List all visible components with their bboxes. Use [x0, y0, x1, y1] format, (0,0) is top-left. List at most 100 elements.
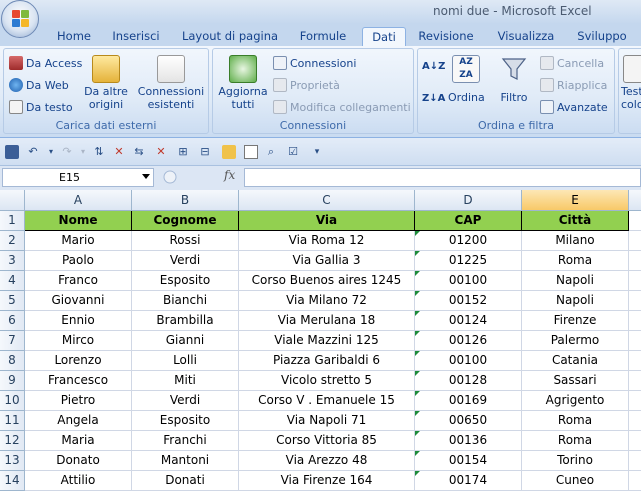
tab-sviluppo[interactable]: Sviluppo [573, 27, 631, 46]
tab-formule[interactable]: Formule [296, 27, 350, 46]
cell-nome[interactable]: Donato [25, 451, 132, 471]
cell-citta[interactable]: Sassari [522, 371, 629, 391]
cell-citta[interactable]: Roma [522, 251, 629, 271]
cell-nome[interactable]: Mirco [25, 331, 132, 351]
cell-citta[interactable]: Cuneo [522, 471, 629, 491]
checkbox-list-icon[interactable]: ☑ [286, 145, 300, 159]
column-header-c[interactable]: C [239, 190, 415, 211]
cell-citta[interactable]: Napoli [522, 271, 629, 291]
cell-cognome[interactable]: Franchi [132, 431, 239, 451]
cell-f[interactable] [629, 371, 641, 391]
cell-nome[interactable]: Angela [25, 411, 132, 431]
row-header-7[interactable]: 7 [0, 331, 25, 351]
cell-nome[interactable]: Lorenzo [25, 351, 132, 371]
cell-f[interactable] [629, 291, 641, 311]
tab-dati[interactable]: Dati [362, 27, 406, 46]
cell-nome[interactable]: Pietro [25, 391, 132, 411]
cell-f[interactable] [629, 431, 641, 451]
from-web-button[interactable]: Da Web [9, 78, 69, 92]
properties-button[interactable]: Proprietà [273, 78, 340, 92]
redo-icon[interactable]: ↷ [60, 145, 74, 159]
header-cell-citta[interactable]: Città [522, 211, 629, 231]
cell-cognome[interactable]: Brambilla [132, 311, 239, 331]
cell-cognome[interactable]: Mantoni [132, 451, 239, 471]
cell-nome[interactable]: Mario [25, 231, 132, 251]
sort-button[interactable]: AZ ZA Ordina [448, 55, 485, 104]
cell-f[interactable] [629, 211, 641, 231]
cell-nome[interactable]: Francesco [25, 371, 132, 391]
cell-via[interactable]: Via Napoli 71 [239, 411, 415, 431]
insert-rows-icon[interactable]: ⇅ [92, 145, 106, 159]
select-all-corner[interactable] [0, 190, 25, 211]
cell-citta[interactable]: Agrigento [522, 391, 629, 411]
edit-links-button[interactable]: Modifica collegamenti [273, 100, 411, 114]
row-header-5[interactable]: 5 [0, 291, 25, 311]
row-header-4[interactable]: 4 [0, 271, 25, 291]
column-header-a[interactable]: A [25, 190, 132, 211]
chevron-down-icon[interactable] [142, 174, 150, 179]
redo-dropdown-icon[interactable]: ▾ [76, 145, 90, 159]
cell-via[interactable]: Via Firenze 164 [239, 471, 415, 491]
cell-nome[interactable]: Franco [25, 271, 132, 291]
cell-cognome[interactable]: Esposito [132, 271, 239, 291]
cell-f[interactable] [629, 271, 641, 291]
column-header-b[interactable]: B [132, 190, 239, 211]
cell-nome[interactable]: Giovanni [25, 291, 132, 311]
tab-visualizza[interactable]: Visualizza [493, 27, 559, 46]
cell-nome[interactable]: Paolo [25, 251, 132, 271]
column-header-e[interactable]: E [522, 190, 629, 211]
row-header-1[interactable]: 1 [0, 211, 25, 231]
cell-cognome[interactable]: Bianchi [132, 291, 239, 311]
cell-via[interactable]: Corso Buenos aires 1245 [239, 271, 415, 291]
customize-toolbar-icon[interactable]: ▾ [310, 145, 324, 159]
from-text-button[interactable]: Da testo [9, 100, 73, 114]
from-access-button[interactable]: Da Access [9, 56, 82, 70]
tab-revisione[interactable]: Revisione [415, 27, 477, 46]
cell-via[interactable]: Via Milano 72 [239, 291, 415, 311]
cell-nome[interactable]: Attilio [25, 471, 132, 491]
cell-cognome[interactable]: Verdi [132, 391, 239, 411]
cell-cap[interactable]: 00126 [415, 331, 522, 351]
connections-button[interactable]: Connessioni [273, 56, 356, 70]
cell-cognome[interactable]: Rossi [132, 231, 239, 251]
cell-cognome[interactable]: Donati [132, 471, 239, 491]
cell-via[interactable]: Corso Vittoria 85 [239, 431, 415, 451]
row-header-12[interactable]: 12 [0, 431, 25, 451]
cell-cap[interactable]: 00100 [415, 271, 522, 291]
cell-f[interactable] [629, 231, 641, 251]
reapply-button[interactable]: Riapplica [540, 78, 607, 92]
cell-nome[interactable]: Ennio [25, 311, 132, 331]
cell-cognome[interactable]: Esposito [132, 411, 239, 431]
cell-cap[interactable]: 00124 [415, 311, 522, 331]
column-header-d[interactable]: D [415, 190, 522, 211]
undo-icon[interactable]: ↶ [26, 145, 40, 159]
row-header-6[interactable]: 6 [0, 311, 25, 331]
sort-ascending-button[interactable]: A↓Z [422, 61, 445, 72]
advanced-filter-button[interactable]: Avanzate [540, 100, 608, 114]
cell-citta[interactable]: Catania [522, 351, 629, 371]
cell-cap[interactable]: 00154 [415, 451, 522, 471]
cell-f[interactable] [629, 311, 641, 331]
cell-citta[interactable]: Roma [522, 411, 629, 431]
tab-inserisci[interactable]: Inserisci [108, 27, 164, 46]
cell-citta[interactable]: Torino [522, 451, 629, 471]
clear-filter-button[interactable]: Cancella [540, 56, 604, 70]
save-icon[interactable] [5, 145, 19, 159]
column-header-f[interactable] [629, 190, 641, 211]
header-cell-cap[interactable]: CAP [415, 211, 522, 231]
merge-icon[interactable]: ⊞ [176, 145, 190, 159]
cell-f[interactable] [629, 351, 641, 371]
cell-cap[interactable]: 00169 [415, 391, 522, 411]
cell-via[interactable]: Vicolo stretto 5 [239, 371, 415, 391]
cell-cognome[interactable]: Miti [132, 371, 239, 391]
cell-f[interactable] [629, 411, 641, 431]
cell-cap[interactable]: 01225 [415, 251, 522, 271]
new-document-icon[interactable] [244, 145, 258, 159]
open-folder-icon[interactable] [222, 145, 236, 159]
cell-via[interactable]: Via Arezzo 48 [239, 451, 415, 471]
refresh-all-button[interactable]: Aggiorna tutti [217, 55, 269, 111]
cell-cap[interactable]: 00650 [415, 411, 522, 431]
cell-cap[interactable]: 00136 [415, 431, 522, 451]
cell-f[interactable] [629, 471, 641, 491]
cell-via[interactable]: Via Gallia 3 [239, 251, 415, 271]
